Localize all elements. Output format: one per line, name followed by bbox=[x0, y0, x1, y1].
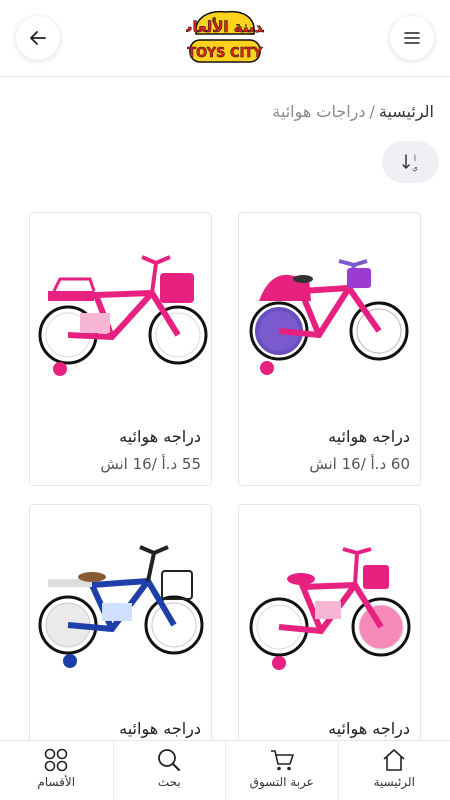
product-name: دراجه هوائيه bbox=[119, 719, 201, 738]
breadcrumb-home[interactable]: الرئيسية bbox=[379, 102, 434, 121]
product-card[interactable]: دراجه هوائيه 60 د.أ /16 انش bbox=[238, 212, 421, 486]
menu-button[interactable] bbox=[390, 16, 434, 60]
home-icon bbox=[383, 749, 405, 771]
nav-label: بحث bbox=[157, 775, 181, 789]
nav-cart[interactable]: عربة التسوق bbox=[225, 741, 338, 800]
nav-label: عربة التسوق bbox=[249, 775, 314, 789]
product-name: دراجه هوائيه bbox=[328, 427, 410, 446]
grid-icon bbox=[44, 748, 68, 772]
product-name: دراجه هوائيه bbox=[119, 427, 201, 446]
bottom-nav: الأقسام بحث عربة التسوق الرئيسية bbox=[0, 740, 450, 800]
product-price: 55 د.أ /16 انش bbox=[100, 455, 201, 473]
sort-icon: أ ي bbox=[401, 154, 418, 172]
product-name: دراجه هوائيه bbox=[328, 719, 410, 738]
nav-search[interactable]: بحث bbox=[112, 741, 226, 800]
search-icon bbox=[158, 749, 181, 771]
svg-text:TOYS CITY: TOYS CITY bbox=[187, 46, 263, 61]
product-image bbox=[249, 259, 409, 375]
back-button[interactable] bbox=[16, 16, 60, 60]
breadcrumb: الرئيسية / دراجات هوائية bbox=[272, 102, 434, 121]
breadcrumb-current: دراجات هوائية bbox=[272, 102, 366, 121]
product-card[interactable]: دراجه هوائيه bbox=[29, 504, 212, 764]
nav-label: الأقسام bbox=[37, 775, 76, 789]
nav-categories[interactable]: الأقسام bbox=[0, 741, 113, 800]
product-image bbox=[249, 547, 411, 670]
product-price: 60 د.أ /16 انش bbox=[309, 455, 410, 473]
svg-text:مدينة الألعاب: مدينة الألعاب bbox=[186, 18, 264, 36]
product-image bbox=[38, 545, 204, 668]
product-image bbox=[38, 255, 208, 376]
svg-text:أ: أ bbox=[414, 154, 416, 163]
arrow-left-icon bbox=[30, 31, 46, 45]
breadcrumb-separator: / bbox=[369, 102, 375, 121]
cart-icon bbox=[270, 750, 294, 771]
nav-label: الرئيسية bbox=[373, 775, 415, 789]
sort-button[interactable]: أ ي bbox=[382, 141, 439, 183]
product-card[interactable]: دراجه هوائيه bbox=[238, 504, 421, 764]
logo[interactable]: مدينة الألعاب TOYS CITY bbox=[177, 4, 273, 68]
hamburger-menu-icon bbox=[404, 32, 420, 44]
product-card[interactable]: دراجه هوائيه 55 د.أ /16 انش bbox=[29, 212, 212, 486]
app-header: مدينة الألعاب TOYS CITY bbox=[0, 0, 450, 77]
svg-text:ي: ي bbox=[412, 164, 418, 172]
nav-home[interactable]: الرئيسية bbox=[337, 741, 450, 800]
